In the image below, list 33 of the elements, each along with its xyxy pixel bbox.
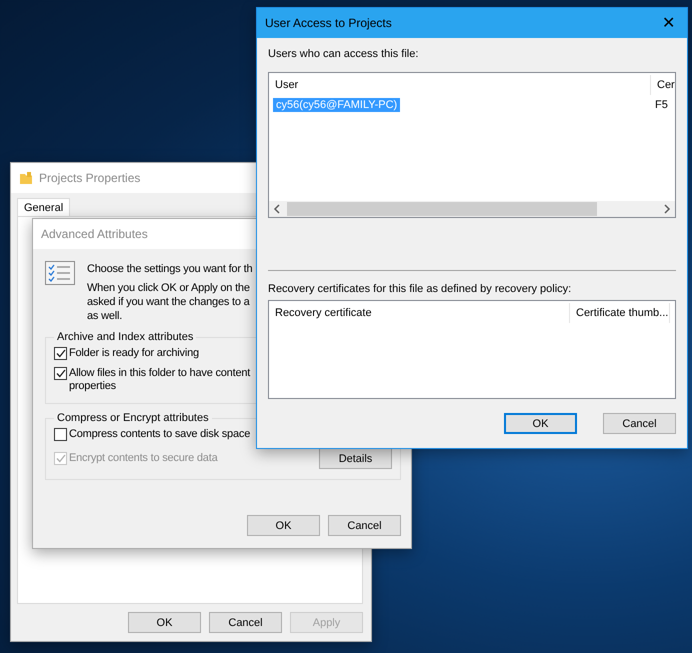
- recovery-label: Recovery certificates for this file as defined by recovery policy:: [268, 283, 572, 295]
- checkbox-label: Folder is ready for archiving: [69, 347, 199, 360]
- dialog-button[interactable]: Cancel: [328, 515, 401, 536]
- column-header[interactable]: Recovery certificate: [269, 303, 570, 323]
- checkbox-label: Allow files in this folder to have content properties: [69, 367, 250, 393]
- window-title: Projects Properties: [39, 171, 140, 185]
- dialog-button[interactable]: Cancel: [209, 612, 282, 633]
- checkbox[interactable]: [54, 428, 67, 441]
- dialog-button[interactable]: OK: [504, 413, 577, 434]
- table-cell: F5: [655, 99, 668, 111]
- group-title: Archive and Index attributes: [56, 331, 194, 343]
- dialog-button[interactable]: Cancel: [603, 413, 676, 434]
- window-title: User Access to Projects: [265, 16, 392, 30]
- dialog-button[interactable]: OK: [128, 612, 201, 633]
- intro-heading: Choose the settings you want for th: [87, 263, 252, 275]
- users-label: Users who can access this file:: [268, 48, 420, 60]
- checklist-icon: [45, 261, 75, 285]
- tab[interactable]: General: [17, 198, 70, 216]
- window-title: Advanced Attributes: [41, 227, 148, 241]
- checkbox-label: Compress contents to save disk space: [69, 428, 250, 441]
- group-title: Compress or Encrypt attributes: [56, 412, 210, 424]
- intro-text: When you click OK or Apply on the asked if you want the changes to a as well.: [87, 281, 251, 323]
- horizontal-scrollbar[interactable]: [269, 201, 675, 217]
- checkbox-label: Encrypt contents to secure data: [69, 452, 218, 465]
- checkbox[interactable]: [54, 367, 67, 380]
- column-header[interactable]: Certificate thumb...: [570, 303, 670, 323]
- details-button[interactable]: Details: [319, 448, 392, 469]
- column-header[interactable]: Cer: [651, 75, 675, 95]
- close-button[interactable]: ✕: [658, 13, 679, 33]
- column-header[interactable]: User: [269, 75, 651, 95]
- checkbox[interactable]: [54, 347, 67, 360]
- folder-icon: [19, 171, 33, 185]
- dialog-button[interactable]: OK: [247, 515, 320, 536]
